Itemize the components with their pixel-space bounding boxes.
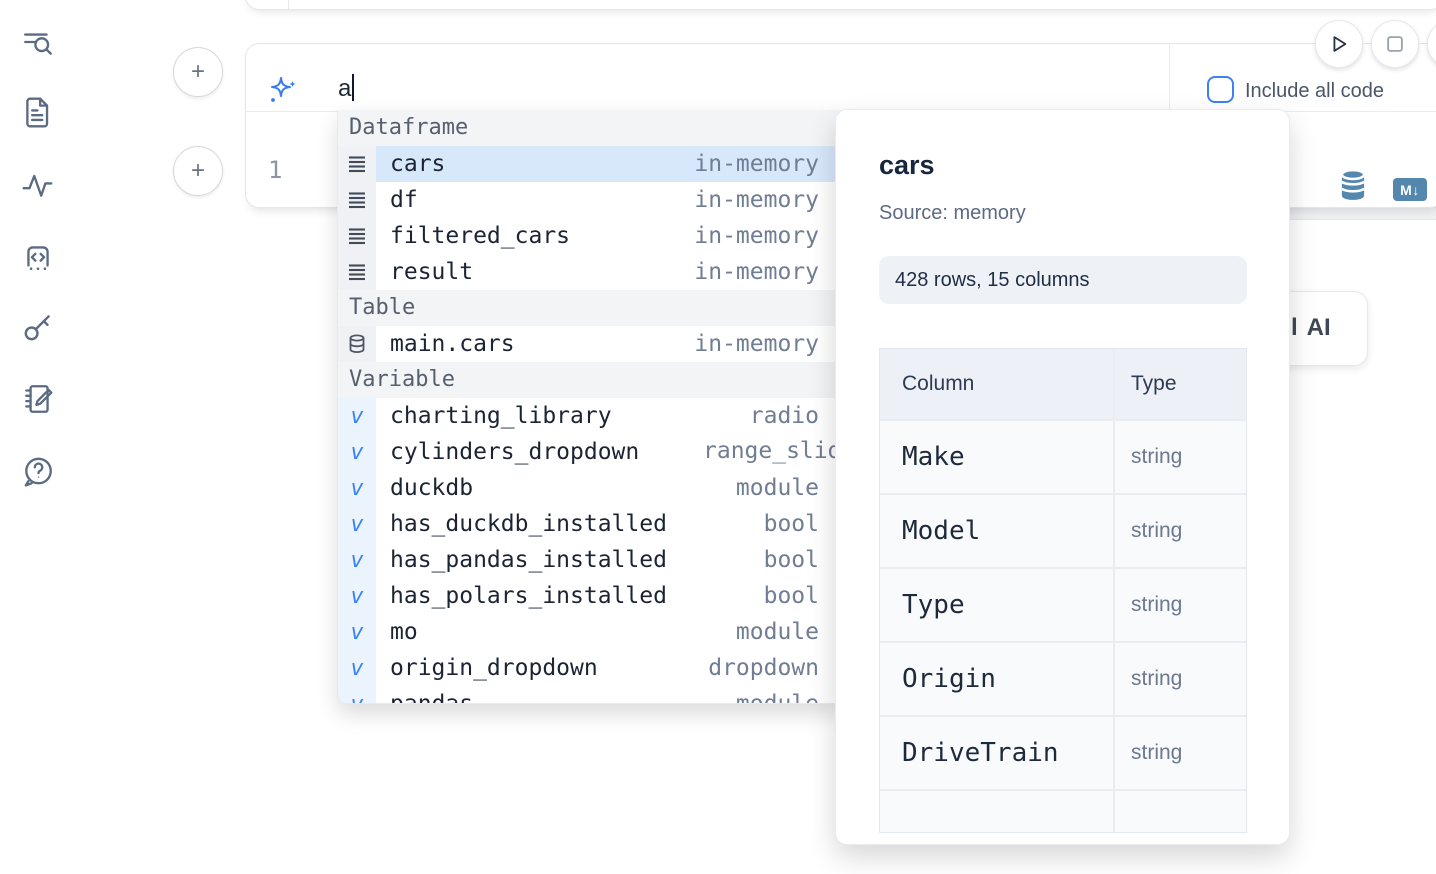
variable-icon: v bbox=[338, 434, 376, 470]
help-icon bbox=[21, 454, 55, 488]
autocomplete-item-has-duckdb-installed[interactable]: v has_duckdb_installed bool bbox=[338, 506, 843, 542]
autocomplete-item-df[interactable]: df in-memory bbox=[338, 182, 843, 218]
autocomplete-dropdown: Dataframe cars in-memory df in-memory fi… bbox=[337, 110, 844, 704]
editor-line-number: 1 bbox=[268, 156, 282, 184]
markdown-badge-icon: M↓ bbox=[1400, 182, 1420, 198]
cell-gutter-divider bbox=[288, 0, 289, 9]
autocomplete-item-cars[interactable]: cars in-memory bbox=[338, 146, 843, 182]
type-header: Type bbox=[1113, 349, 1246, 419]
left-sidebar bbox=[14, 0, 62, 874]
table-row: DriveTrain string bbox=[880, 717, 1246, 791]
autocomplete-item-charting-library[interactable]: v charting_library radio bbox=[338, 398, 843, 434]
variable-icon: v bbox=[338, 542, 376, 578]
plus-icon: + bbox=[191, 157, 205, 185]
include-all-code-label: Include all code bbox=[1245, 80, 1384, 103]
sidebar-item-scratchpad[interactable] bbox=[18, 379, 58, 419]
convert-to-markdown-button[interactable]: M↓ bbox=[1393, 178, 1427, 201]
database-icon bbox=[338, 326, 376, 362]
autocomplete-item-cylinders-dropdown[interactable]: v cylinders_dropdown range_slider bbox=[338, 434, 843, 470]
activity-icon bbox=[21, 168, 55, 202]
autocomplete-item-origin-dropdown[interactable]: v origin_dropdown dropdown bbox=[338, 650, 843, 686]
autocomplete-item-result[interactable]: result in-memory bbox=[338, 254, 843, 290]
section-header-dataframe: Dataframe bbox=[338, 110, 843, 146]
autocomplete-item-has-polars-installed[interactable]: v has_polars_installed bool bbox=[338, 578, 843, 614]
code-snippets-icon bbox=[21, 240, 55, 274]
convert-to-sql-button[interactable] bbox=[1337, 168, 1369, 202]
section-header-table: Table bbox=[338, 290, 843, 326]
variable-icon: v bbox=[338, 506, 376, 542]
sidebar-item-help[interactable] bbox=[18, 451, 58, 491]
document-icon bbox=[21, 95, 55, 129]
ai-label: AI bbox=[1307, 314, 1331, 341]
stop-cell-button[interactable] bbox=[1371, 20, 1419, 68]
dataframe-rows-icon bbox=[338, 254, 376, 290]
dataframe-preview-popup: cars Source: memory 428 rows, 15 columns… bbox=[835, 109, 1290, 845]
autocomplete-item-main-cars[interactable]: main.cars in-memory bbox=[338, 326, 843, 362]
notebook-edit-icon bbox=[21, 382, 55, 416]
table-row: Origin string bbox=[880, 643, 1246, 717]
preview-schema-table: Column Type Make string Model string Typ… bbox=[879, 348, 1247, 833]
list-search-icon bbox=[21, 25, 55, 59]
dataframe-rows-icon bbox=[338, 146, 376, 182]
table-row: Make string bbox=[880, 421, 1246, 495]
autocomplete-item-has-pandas-installed[interactable]: v has_pandas_installed bool bbox=[338, 542, 843, 578]
sidebar-item-files[interactable] bbox=[18, 92, 58, 132]
ai-prompt-input[interactable]: a bbox=[338, 74, 354, 103]
autocomplete-item-pandas[interactable]: v pandas module bbox=[338, 686, 843, 704]
play-icon bbox=[1328, 33, 1350, 55]
autocomplete-item-duckdb[interactable]: v duckdb module bbox=[338, 470, 843, 506]
variable-icon: v bbox=[338, 398, 376, 434]
sidebar-item-secrets[interactable] bbox=[18, 307, 58, 347]
table-row: Model string bbox=[880, 495, 1246, 569]
prompt-value: a bbox=[338, 75, 351, 102]
run-cell-button[interactable] bbox=[1315, 20, 1363, 68]
sidebar-item-tracing[interactable] bbox=[18, 165, 58, 205]
preview-shape-badge: 428 rows, 15 columns bbox=[879, 256, 1247, 304]
plus-icon: + bbox=[191, 58, 205, 86]
variable-icon: v bbox=[338, 614, 376, 650]
preview-title: cars bbox=[879, 150, 935, 181]
dataframe-rows-icon bbox=[338, 182, 376, 218]
section-header-variable: Variable bbox=[338, 362, 843, 398]
key-icon bbox=[21, 310, 55, 344]
schema-header-row: Column Type bbox=[880, 349, 1246, 421]
variable-icon: v bbox=[338, 470, 376, 506]
ai-sparkle-icon bbox=[267, 75, 299, 107]
previous-cell-remnant bbox=[245, 0, 1436, 10]
text-cursor bbox=[352, 74, 354, 101]
column-header: Column bbox=[880, 349, 1113, 419]
sidebar-item-snippets[interactable] bbox=[18, 237, 58, 277]
include-all-code-checkbox[interactable] bbox=[1207, 76, 1234, 103]
preview-source: Source: memory bbox=[879, 202, 1026, 225]
variable-icon: v bbox=[338, 686, 376, 704]
variable-icon: v bbox=[338, 650, 376, 686]
table-row-clipped bbox=[880, 791, 1246, 833]
autocomplete-item-mo[interactable]: v mo module bbox=[338, 614, 843, 650]
variable-icon: v bbox=[338, 578, 376, 614]
table-row: Type string bbox=[880, 569, 1246, 643]
sidebar-item-search[interactable] bbox=[18, 22, 58, 62]
add-cell-below-button[interactable]: + bbox=[173, 146, 223, 196]
stop-icon bbox=[1384, 33, 1406, 55]
clipped-text-fragment: l bbox=[1291, 314, 1298, 341]
dataframe-rows-icon bbox=[338, 218, 376, 254]
autocomplete-item-filtered-cars[interactable]: filtered_cars in-memory bbox=[338, 218, 843, 254]
add-cell-above-button[interactable]: + bbox=[173, 47, 223, 97]
